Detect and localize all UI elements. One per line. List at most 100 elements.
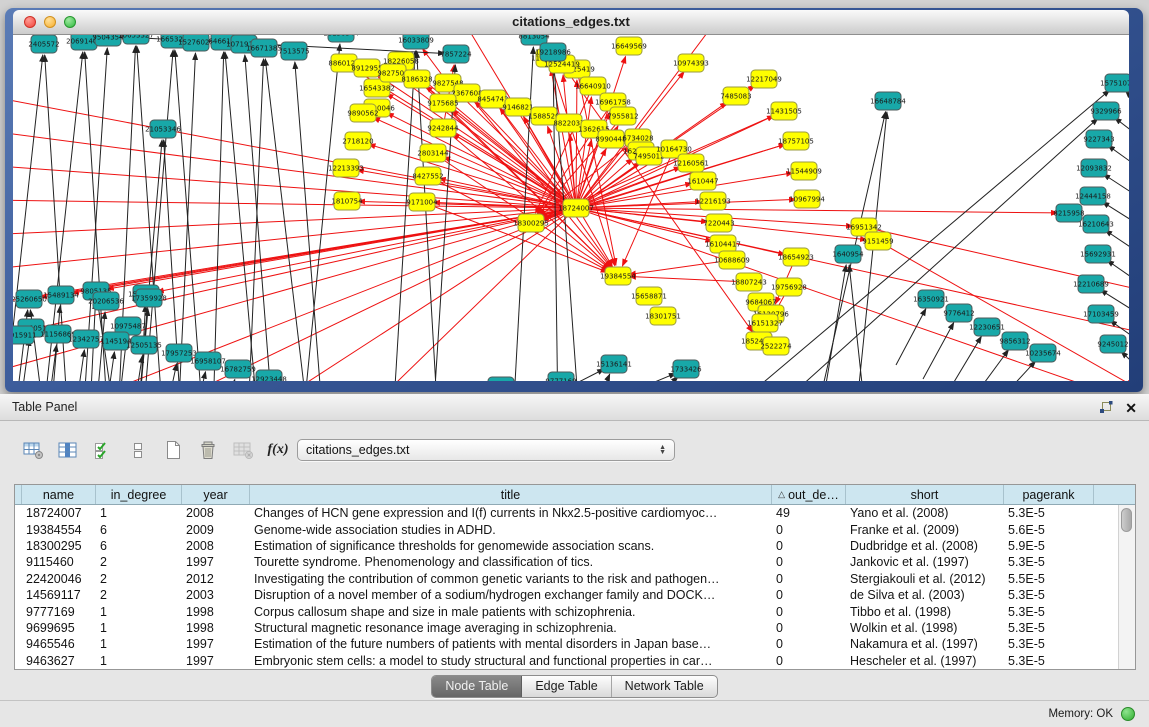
graph-node[interactable]: 10235674 [1025,344,1061,362]
table-cell[interactable]: Estimation of the future numbers of pati… [249,637,771,651]
new-table-icon[interactable] [160,438,186,462]
graph-node[interactable]: 12444158 [1075,187,1111,205]
table-cell[interactable]: Structural magnetic resonance image aver… [249,621,771,635]
close-panel-icon[interactable]: ✕ [1125,401,1137,415]
table-cell[interactable]: 1998 [181,605,249,619]
table-cell[interactable]: 2012 [181,572,249,586]
graph-node[interactable]: 16350921 [913,290,949,308]
graph-node[interactable]: 12210689 [1073,275,1109,293]
graph-node[interactable]: 9245012 [1097,335,1128,353]
table-cell[interactable]: 2008 [181,539,249,553]
table-cell[interactable]: Nakamura et al. (1997) [845,637,1003,651]
table-cell[interactable]: 2008 [181,506,249,520]
table-cell[interactable]: 1 [95,654,181,668]
graph-node[interactable]: 16648784 [870,92,906,110]
graph-node[interactable]: 19218986 [535,43,571,61]
table-cell[interactable]: Embryonic stem cells: a model to study s… [249,654,771,668]
graph-node[interactable]: 19756928 [771,278,807,296]
scrollbar-thumb[interactable] [1121,508,1132,532]
table-row[interactable]: 946554611997Estimation of the future num… [15,636,1135,652]
table-cell[interactable]: 5.3E-5 [1003,637,1093,651]
graph-node[interactable]: 18301751 [645,307,681,325]
table-cell[interactable]: 18724007 [21,506,95,520]
table-cell[interactable]: 5.3E-5 [1003,654,1093,668]
graph-node[interactable]: 7513575 [278,42,309,60]
close-window-button[interactable] [24,16,36,28]
graph-node[interactable]: 1810754 [331,192,363,210]
table-cell[interactable]: 1 [95,605,181,619]
table-cell[interactable]: Changes of HCN gene expression and I(f) … [249,506,771,520]
table-cell[interactable]: 0 [771,637,845,651]
graph-node[interactable]: 9151459 [862,232,893,250]
graph-node[interactable]: 7485083 [720,87,751,105]
table-cell[interactable]: Genome-wide association studies in ADHD. [249,523,771,537]
graph-node[interactable]: 15692931 [1080,245,1116,263]
graph-node[interactable]: 15751074 [1100,74,1129,92]
table-cell[interactable]: Jankovic et al. (1997) [845,555,1003,569]
graph-node[interactable]: 1733426 [670,360,702,378]
graph-node[interactable]: 3915911 [13,326,37,344]
table-cell[interactable]: 5.5E-5 [1003,572,1093,586]
table-vertical-scrollbar[interactable] [1118,505,1135,669]
show-columns-icon[interactable] [55,438,81,462]
graph-node[interactable]: 9890562 [347,104,378,122]
table-row[interactable]: 946362711997Embryonic stem cells: a mode… [15,653,1135,669]
graph-node[interactable]: 18300295 [513,214,549,232]
graph-node[interactable]: 2718120 [342,132,373,150]
table-cell[interactable]: 22420046 [21,572,95,586]
graph-node[interactable]: 12230651 [969,318,1005,336]
table-row[interactable]: 969969511998Structural magnetic resonanc… [15,620,1135,636]
graph-node[interactable]: 10967994 [789,190,825,208]
table-cell[interactable]: Stergiakouli et al. (2012) [845,572,1003,586]
tab-node-table[interactable]: Node Table [432,676,522,697]
table-cell[interactable]: 49 [771,506,845,520]
table-mode-icon[interactable] [20,438,46,462]
table-cell[interactable]: 9465546 [21,637,95,651]
graph-node[interactable]: 9227343 [1083,130,1114,148]
table-cell[interactable]: 0 [771,588,845,602]
table-row[interactable]: 2242004622012Investigating the contribut… [15,571,1135,587]
graph-node[interactable]: 18654923 [778,248,814,266]
tab-network-table[interactable]: Network Table [612,676,717,697]
graph-node[interactable]: 2803144 [417,144,449,162]
table-cell[interactable]: Tourette syndrome. Phenomenology and cla… [249,555,771,569]
graph-node[interactable]: 9175685 [427,94,458,112]
graph-node[interactable]: 8215958 [1053,204,1084,222]
graph-node[interactable]: 21053346 [145,120,181,138]
function-builder-icon[interactable]: f(x) [265,438,291,462]
table-cell[interactable]: 5.3E-5 [1003,588,1093,602]
graph-node[interactable]: 10653327 [118,35,154,44]
graph-node[interactable]: 7955812 [607,107,638,125]
table-cell[interactable]: Dudbridge et al. (2008) [845,539,1003,553]
table-cell[interactable]: de Silva et al. (2003) [845,588,1003,602]
table-cell[interactable]: Disruption of a novel member of a sodium… [249,588,771,602]
table-cell[interactable]: 6 [95,539,181,553]
delete-table-icon[interactable] [195,438,221,462]
graph-node[interactable]: 9171004 [406,193,438,211]
table-cell[interactable]: 9699695 [21,621,95,635]
graph-node[interactable]: 7220443 [703,214,734,232]
graph-node[interactable]: 20206536 [88,292,124,310]
graph-node[interactable]: 9242844 [427,119,459,137]
table-cell[interactable]: 6 [95,523,181,537]
graph-node[interactable]: 18724007 [558,199,594,217]
clear-selection-icon[interactable] [125,438,151,462]
table-cell[interactable]: 1 [95,506,181,520]
table-cell[interactable]: 5.3E-5 [1003,555,1093,569]
graph-node[interactable]: 9856312 [999,332,1030,350]
column-header-year[interactable]: year [182,485,250,504]
network-canvas[interactable]: 1872400718300295193845548860123891295516… [13,35,1129,381]
table-cell[interactable]: 14569117 [21,588,95,602]
table-cell[interactable]: 1 [95,637,181,651]
table-cell[interactable]: 0 [771,539,845,553]
minimize-window-button[interactable] [44,16,56,28]
graph-node[interactable]: 8186328 [401,70,432,88]
table-cell[interactable]: 0 [771,572,845,586]
table-cell[interactable]: 2003 [181,588,249,602]
table-cell[interactable]: 5.3E-5 [1003,605,1093,619]
column-header-title[interactable]: title [250,485,772,504]
graph-node[interactable]: 11431505 [766,102,802,120]
table-cell[interactable]: Tibbo et al. (1998) [845,605,1003,619]
table-cell[interactable]: 1997 [181,654,249,668]
graph-node[interactable]: 18130544 [323,35,359,42]
